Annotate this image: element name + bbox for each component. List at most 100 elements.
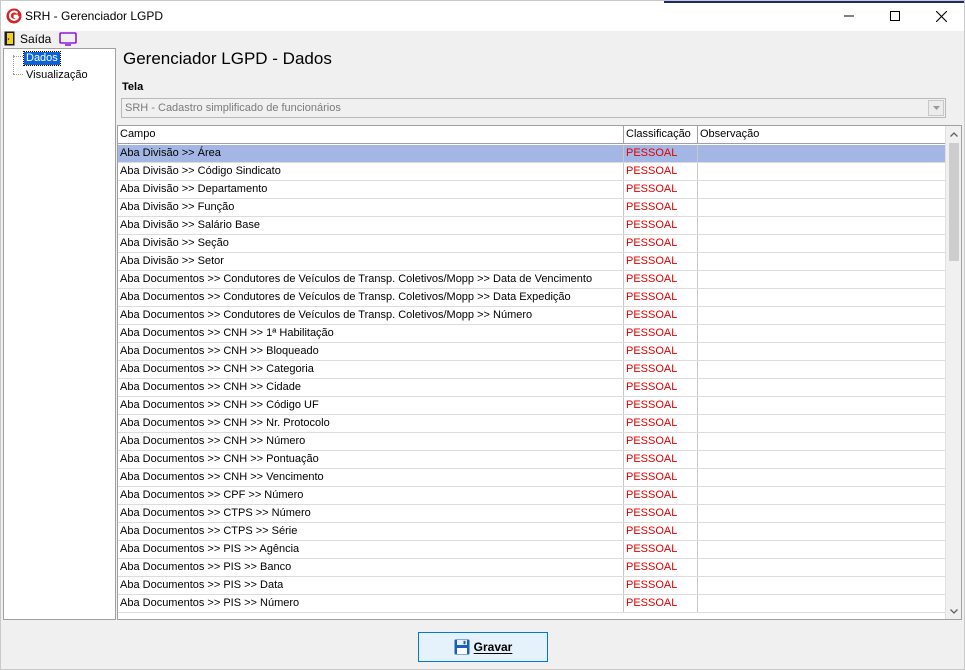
table-row[interactable]: Aba Documentos >> PIS >> Banco PESSOAL [118,559,947,577]
table-row[interactable]: Aba Documentos >> Condutores de Veículos… [118,271,947,289]
cell-campo[interactable]: Aba Documentos >> Condutores de Veículos… [118,271,624,288]
cell-classificacao[interactable]: PESSOAL [624,433,698,450]
cell-classificacao[interactable]: PESSOAL [624,559,698,576]
table-row[interactable]: Aba Documentos >> PIS >> Data PESSOAL [118,577,947,595]
cell-observacao[interactable] [698,163,947,180]
cell-observacao[interactable] [698,559,947,576]
cell-observacao[interactable] [698,199,947,216]
cell-classificacao[interactable]: PESSOAL [624,145,698,162]
table-row[interactable]: Aba Documentos >> CPF >> Número PESSOAL [118,487,947,505]
cell-classificacao[interactable]: PESSOAL [624,523,698,540]
cell-classificacao[interactable]: PESSOAL [624,199,698,216]
cell-observacao[interactable] [698,397,947,414]
cell-campo[interactable]: Aba Documentos >> CNH >> Cidade [118,379,624,396]
cell-observacao[interactable] [698,469,947,486]
vertical-scrollbar[interactable] [945,126,961,619]
column-header-observacao[interactable]: Observação [698,126,947,144]
table-row[interactable]: Aba Divisão >> Departamento PESSOAL [118,181,947,199]
close-button[interactable] [918,1,964,31]
cell-campo[interactable]: Aba Documentos >> CTPS >> Número [118,505,624,522]
cell-observacao[interactable] [698,253,947,270]
cell-campo[interactable]: Aba Documentos >> CNH >> Vencimento [118,469,624,486]
table-row[interactable]: Aba Divisão >> Função PESSOAL [118,199,947,217]
table-row[interactable]: Aba Divisão >> Código Sindicato PESSOAL [118,163,947,181]
scroll-down-button[interactable] [946,603,961,619]
cell-observacao[interactable] [698,523,947,540]
cell-campo[interactable]: Aba Divisão >> Código Sindicato [118,163,624,180]
cell-classificacao[interactable]: PESSOAL [624,541,698,558]
table-row[interactable]: Aba Documentos >> CNH >> Vencimento PESSO… [118,469,947,487]
cell-classificacao[interactable]: PESSOAL [624,577,698,594]
cell-classificacao[interactable]: PESSOAL [624,469,698,486]
cell-classificacao[interactable]: PESSOAL [624,325,698,342]
table-row[interactable]: Aba Divisão >> Setor PESSOAL [118,253,947,271]
cell-observacao[interactable] [698,235,947,252]
cell-campo[interactable]: Aba Divisão >> Seção [118,235,624,252]
cell-observacao[interactable] [698,289,947,306]
tree-item-visualizacao[interactable]: Visualização [24,69,90,82]
cell-campo[interactable]: Aba Documentos >> CNH >> Código UF [118,397,624,414]
cell-classificacao[interactable]: PESSOAL [624,361,698,378]
cell-campo[interactable]: Aba Documentos >> PIS >> Número [118,595,624,612]
cell-classificacao[interactable]: PESSOAL [624,397,698,414]
cell-observacao[interactable] [698,181,947,198]
exit-menu-item[interactable]: Saída [20,32,51,46]
cell-campo[interactable]: Aba Divisão >> Departamento [118,181,624,198]
cell-classificacao[interactable]: PESSOAL [624,379,698,396]
cell-classificacao[interactable]: PESSOAL [624,307,698,324]
table-row[interactable]: Aba Documentos >> CNH >> Nr. Protocolo PE… [118,415,947,433]
cell-observacao[interactable] [698,433,947,450]
cell-campo[interactable]: Aba Documentos >> Condutores de Veículos… [118,307,624,324]
cell-observacao[interactable] [698,343,947,360]
screen-select-dropdown-button[interactable] [928,100,944,116]
cell-campo[interactable]: Aba Documentos >> PIS >> Agência [118,541,624,558]
scroll-thumb[interactable] [949,143,959,261]
cell-observacao[interactable] [698,505,947,522]
table-row[interactable]: Aba Documentos >> Condutores de Veículos… [118,289,947,307]
cell-campo[interactable]: Aba Documentos >> CNH >> Bloqueado [118,343,624,360]
table-row[interactable]: Aba Documentos >> CNH >> Código UF PESSOA… [118,397,947,415]
cell-observacao[interactable] [698,577,947,594]
monitor-icon[interactable] [59,32,77,46]
cell-observacao[interactable] [698,595,947,612]
table-row[interactable]: Aba Documentos >> CNH >> Número PESSOAL [118,433,947,451]
minimize-button[interactable] [826,1,872,31]
cell-classificacao[interactable]: PESSOAL [624,253,698,270]
cell-classificacao[interactable]: PESSOAL [624,343,698,360]
cell-campo[interactable]: Aba Documentos >> CTPS >> Série [118,523,624,540]
cell-campo[interactable]: Aba Divisão >> Área [118,145,624,162]
cell-campo[interactable]: Aba Divisão >> Setor [118,253,624,270]
cell-campo[interactable]: Aba Divisão >> Salário Base [118,217,624,234]
table-row[interactable]: Aba Divisão >> Área PESSOAL [118,145,947,163]
tree-item-dados[interactable]: Dados [23,51,61,66]
column-header-classificacao[interactable]: Classificação [624,126,698,144]
cell-campo[interactable]: Aba Documentos >> CNH >> Número [118,433,624,450]
table-row[interactable]: Aba Documentos >> Condutores de Veículos… [118,307,947,325]
cell-observacao[interactable] [698,325,947,342]
cell-observacao[interactable] [698,451,947,468]
cell-classificacao[interactable]: PESSOAL [624,451,698,468]
save-button[interactable]: Gravar [418,632,548,662]
table-row[interactable]: Aba Documentos >> PIS >> Número PESSOAL [118,595,947,613]
cell-campo[interactable]: Aba Documentos >> CPF >> Número [118,487,624,504]
cell-observacao[interactable] [698,415,947,432]
cell-classificacao[interactable]: PESSOAL [624,415,698,432]
column-header-campo[interactable]: Campo [118,126,624,144]
table-row[interactable]: Aba Divisão >> Salário Base PESSOAL [118,217,947,235]
cell-campo[interactable]: Aba Documentos >> CNH >> Nr. Protocolo [118,415,624,432]
table-row[interactable]: Aba Documentos >> CNH >> 1ª Habilitação P… [118,325,947,343]
table-row[interactable]: Aba Documentos >> CTPS >> Número PESSOAL [118,505,947,523]
cell-campo[interactable]: Aba Divisão >> Função [118,199,624,216]
cell-observacao[interactable] [698,271,947,288]
cell-observacao[interactable] [698,145,947,162]
cell-classificacao[interactable]: PESSOAL [624,505,698,522]
cell-classificacao[interactable]: PESSOAL [624,235,698,252]
cell-observacao[interactable] [698,541,947,558]
cell-observacao[interactable] [698,307,947,324]
cell-campo[interactable]: Aba Documentos >> CNH >> Pontuação [118,451,624,468]
cell-classificacao[interactable]: PESSOAL [624,595,698,612]
cell-observacao[interactable] [698,487,947,504]
cell-classificacao[interactable]: PESSOAL [624,271,698,288]
screen-select[interactable]: SRH - Cadastro simplificado de funcionár… [121,98,946,118]
table-row[interactable]: Aba Documentos >> CNH >> Categoria PESSOA… [118,361,947,379]
